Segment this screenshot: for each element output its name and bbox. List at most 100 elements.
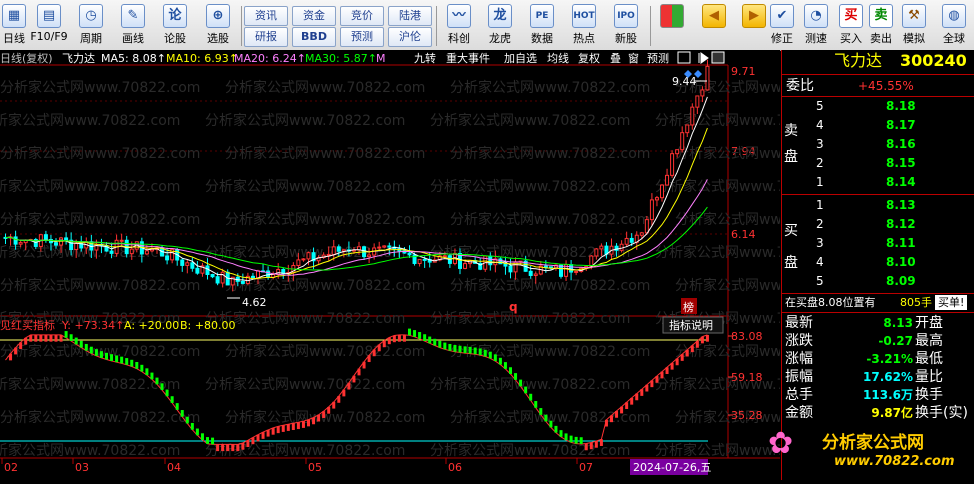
hk-connect-button[interactable]: 陆港 [388, 6, 432, 26]
layout-grid-icon [660, 4, 684, 28]
research-report-button[interactable]: 研报 [244, 27, 288, 47]
toolbar-simulate-button[interactable]: ⚒ 模拟 [898, 4, 930, 48]
indicator-bar [99, 351, 103, 358]
candle-body [498, 258, 503, 265]
arrow-right-icon: ▶ [742, 4, 766, 28]
indicator-bar [165, 389, 169, 397]
indicator-bar [503, 362, 507, 369]
toolbar-dragon-tiger-button[interactable]: 龙 龙虎 [480, 4, 520, 48]
indicator-header-text: 见红买指标 Y: +73.34↑ A: +20.00 B: +80.00 [0, 318, 235, 332]
candle-body [336, 246, 341, 252]
indicator-bar [584, 443, 588, 451]
chart-tab[interactable]: 叠 [610, 52, 621, 65]
candle-body [407, 252, 412, 256]
indicator-bar [685, 349, 689, 357]
candle-body [387, 245, 392, 248]
indicator-bar [276, 426, 280, 434]
kechuang-icon: 〰 [447, 4, 471, 28]
candle-body [195, 267, 200, 274]
indicator-bar [160, 383, 164, 391]
discuss-icon: 论 [163, 4, 187, 28]
watermark-text: 分析家公式网www.70822.com [225, 211, 425, 228]
toolbar-stock-select-button[interactable]: ⊕ 选股 [198, 4, 238, 48]
candle-body [594, 248, 599, 257]
indicator-bar [635, 393, 639, 401]
stat-value: 9.87亿 [871, 406, 913, 420]
indicator-bar [337, 396, 341, 403]
chart-tab[interactable]: 均线 [547, 51, 569, 65]
toolbar-day-line-button[interactable]: ▦ 日线 [0, 4, 28, 48]
kline-chart[interactable]: 日线(复权) 飞力达 MA5: 8.08↑ MA10: 6.93↑ MA20: … [0, 50, 875, 480]
info-button[interactable]: 资讯 [244, 6, 288, 26]
toolbar-sell-button[interactable]: 卖 卖出 [866, 4, 896, 48]
indicator-bar [115, 355, 119, 363]
simulate-icon: ⚒ [902, 4, 926, 28]
ma20-label: MA20: 6.24↑ [234, 52, 306, 65]
new-stock-icon: IPO [614, 4, 638, 28]
dragon-tiger-icon: 龙 [488, 4, 512, 28]
order-position-button[interactable]: 买单! [935, 295, 968, 310]
chart-tab[interactable]: 预测 [647, 52, 669, 65]
buy-order-row: 4 8.10 [782, 253, 974, 271]
indicator-bar [327, 406, 331, 414]
quote-stat-row: 金额 9.87亿 换手(实) [782, 404, 974, 422]
candle-body [569, 264, 574, 273]
indicator-bar [322, 411, 326, 418]
candle-body [654, 197, 659, 201]
watermark-text: 分析家公式网www.70822.com [655, 442, 780, 459]
chart-tab[interactable]: 复权 [578, 51, 600, 65]
toolbar-discuss-button[interactable]: 论 论股 [156, 4, 194, 48]
buy-order-row: 3 8.11 [782, 234, 974, 252]
stat-label: 金额 [785, 405, 813, 421]
quote-title: 飞力达 300240 [782, 50, 974, 72]
toolbar-layout-button[interactable] [655, 4, 689, 48]
chart-tab[interactable]: 重大事件 [446, 51, 490, 65]
indicator-bar [675, 358, 679, 366]
forecast-button[interactable]: 预测 [340, 27, 384, 47]
fund-button[interactable]: 资金 [292, 6, 336, 26]
toolbar-f10-button[interactable]: ▤ F10/F9 [28, 4, 70, 48]
data-icon: PE [530, 4, 554, 28]
weibi-label: 委比 [786, 78, 814, 94]
sell-order-row: 2 8.15 [782, 154, 974, 172]
chart-tab[interactable]: 窗 [628, 51, 639, 65]
toolbar-back-button[interactable]: ◀ [697, 4, 731, 48]
order-position-text: 在买盘8.08位置有 [785, 296, 876, 309]
toolbar-modify-button[interactable]: ✔ 修正 [764, 4, 800, 48]
stat-label: 最低 [915, 351, 943, 367]
indicator-bar [120, 356, 124, 364]
candle-body [639, 232, 644, 236]
candle-body [250, 275, 255, 279]
lock-icon [677, 51, 691, 64]
indicator-name: 见红买指标 [0, 318, 55, 332]
toolbar-buy-button[interactable]: 买 买入 [836, 4, 866, 48]
toolbar-kechuang-button[interactable]: 〰 科创 [440, 4, 478, 48]
indicator-bar [690, 345, 694, 353]
chart-area[interactable]: 日线(复权) 飞力达 MA5: 8.08↑ MA10: 6.93↑ MA20: … [0, 50, 875, 480]
toolbar-new-stock-button[interactable]: IPO 新股 [606, 4, 646, 48]
chart-tab[interactable]: 九转 [414, 51, 436, 65]
auction-button[interactable]: 竞价 [340, 6, 384, 26]
toolbar-period-button[interactable]: ◷ 周期 [72, 4, 110, 48]
stat-value: 8.13 [883, 316, 913, 330]
toolbar-hot-button[interactable]: HOT 热点 [564, 4, 604, 48]
chart-tab[interactable]: 加自选 [504, 52, 537, 65]
indicator-bar [604, 419, 608, 427]
watermark-text: 分析家公式网www.70822.com [0, 112, 180, 129]
candle-body [13, 236, 18, 245]
indicator-bar [433, 338, 437, 346]
f10-icon: ▤ [37, 4, 61, 28]
logo-url: www.70822.com [834, 454, 955, 469]
indicator-bar [463, 346, 467, 354]
toolbar-global-button[interactable]: ◍ 全球 [936, 4, 972, 48]
toolbar-speed-test-button[interactable]: ◔ 测速 [800, 4, 832, 48]
bbd-button[interactable]: BBD [292, 27, 336, 47]
toolbar-draw-line-button[interactable]: ✎ 画线 [114, 4, 152, 48]
indicator-bar [402, 334, 406, 342]
toolbar-data-button[interactable]: PE 数据 [522, 4, 562, 48]
indicator-bar [392, 335, 396, 343]
watermark-text: 分析家公式网www.70822.com [205, 178, 405, 195]
shanghai-london-button[interactable]: 沪伦 [388, 27, 432, 47]
price-axis-label: 6.14 [731, 228, 756, 241]
indicator-bar [488, 351, 492, 359]
